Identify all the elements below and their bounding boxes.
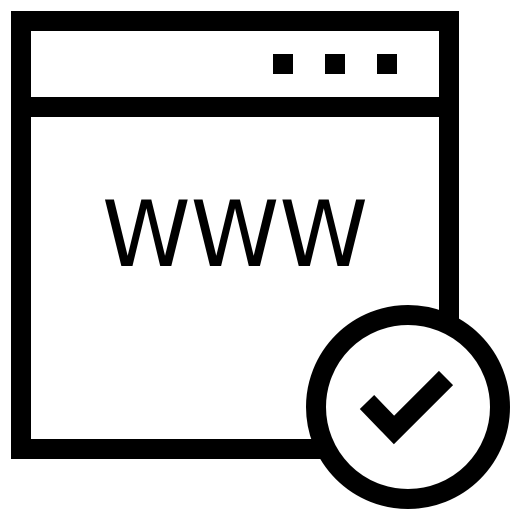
window-dot: [377, 54, 397, 74]
window-dot: [273, 54, 293, 74]
www-label: WWW: [102, 183, 368, 288]
window-dot: [325, 54, 345, 74]
web-verified-icon: WWW: [0, 0, 512, 512]
window-dots-icon: [273, 54, 397, 74]
check-circle-icon: [306, 305, 510, 509]
web-verified-icon-graphic: WWW: [11, 11, 510, 509]
